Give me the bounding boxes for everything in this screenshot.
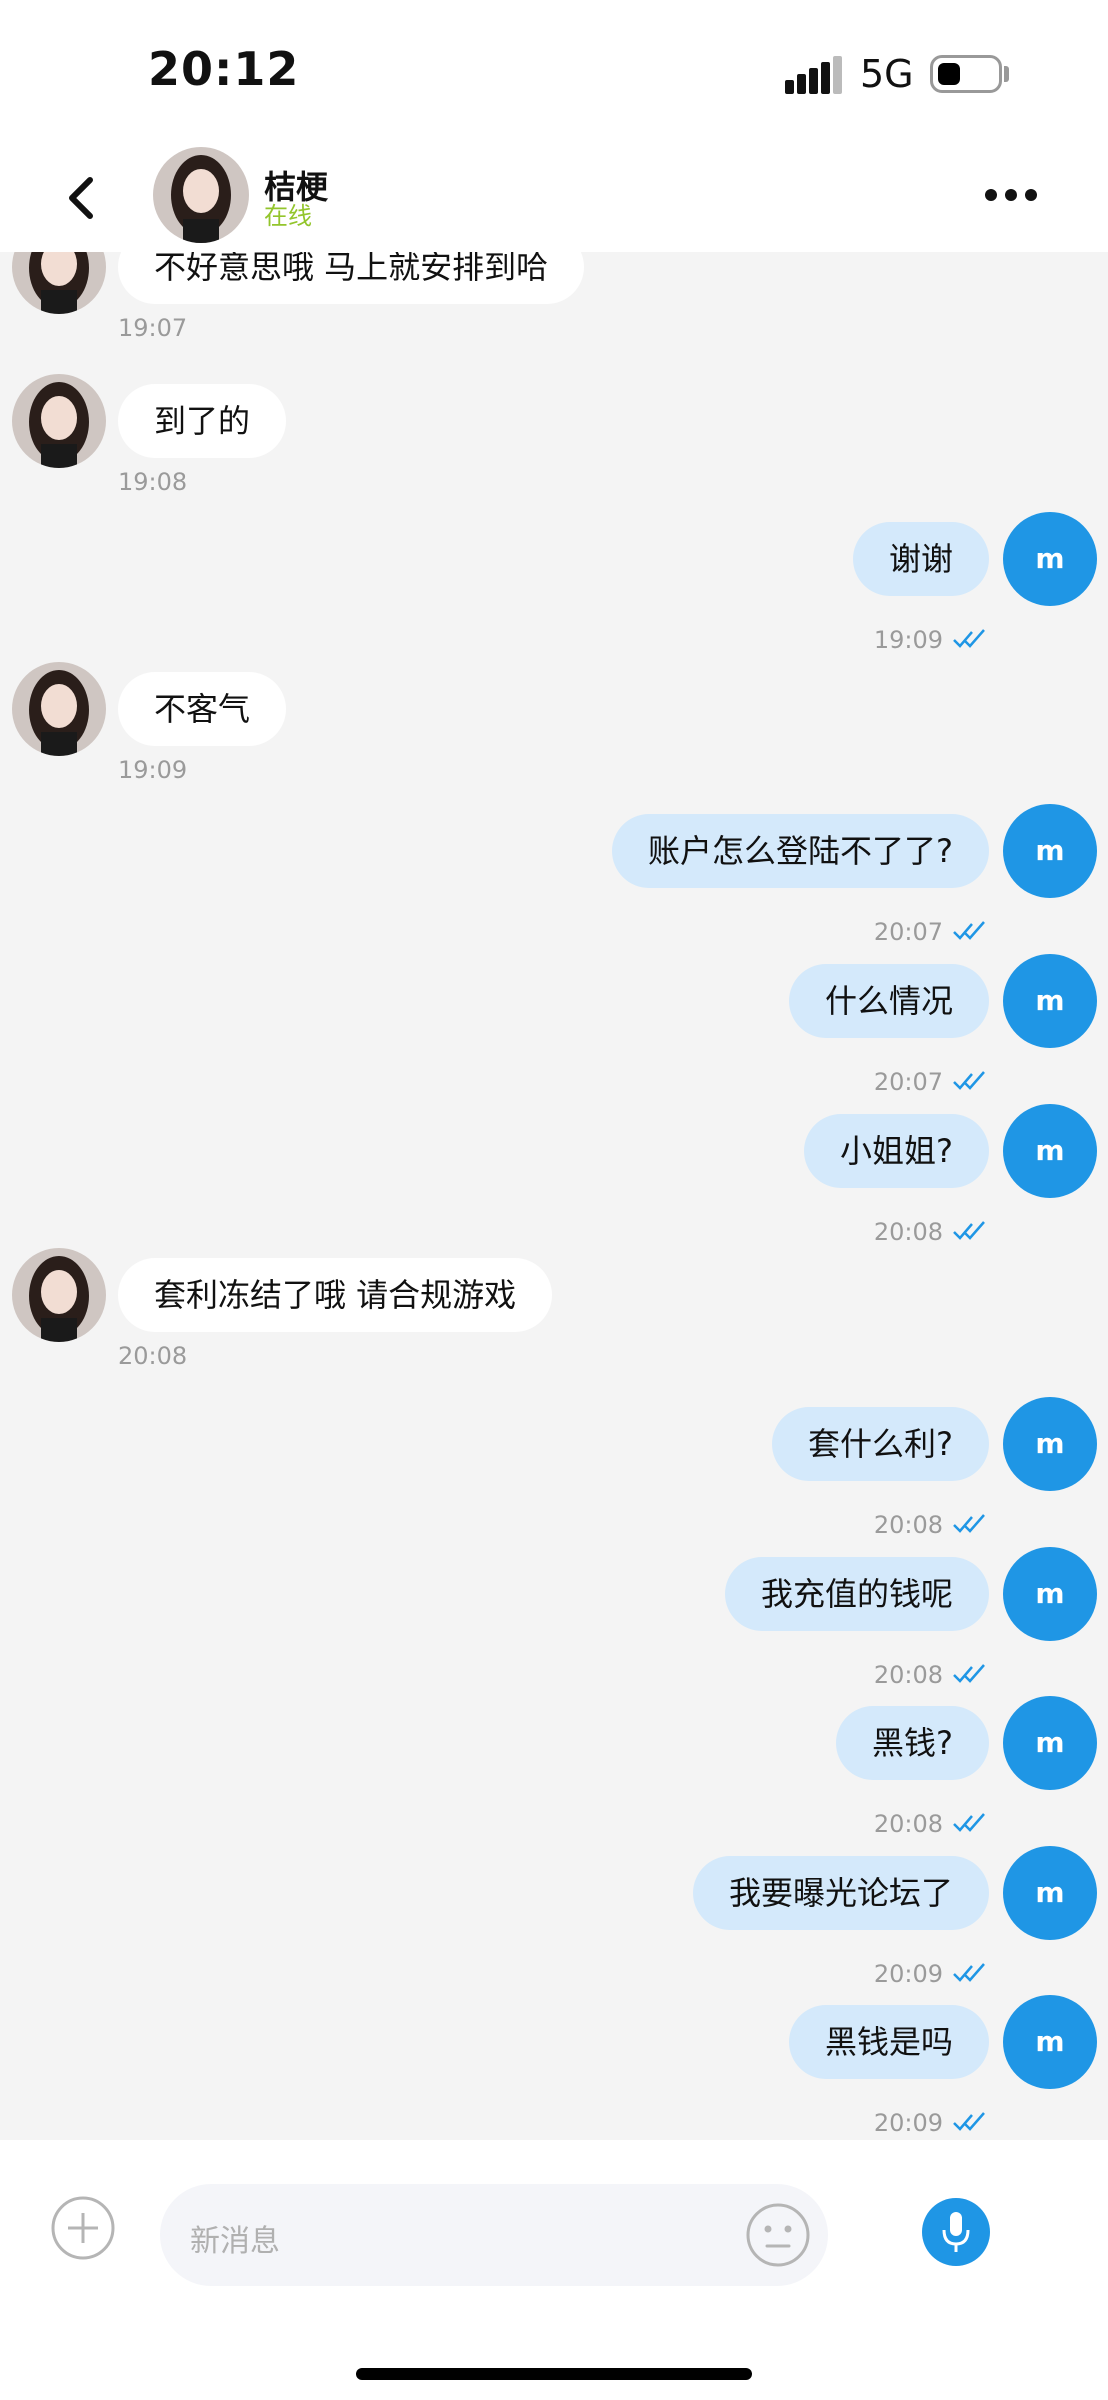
message-time: 20:08 xyxy=(873,1511,943,1539)
message-sent: 黑钱是吗 m 20:09 xyxy=(0,1995,1108,2137)
chat-header: 桔梗 在线 xyxy=(0,140,1108,252)
message-bubble[interactable]: 黑钱? xyxy=(836,1706,989,1780)
home-indicator xyxy=(356,2368,752,2380)
message-bubble[interactable]: 黑钱是吗 xyxy=(788,2005,989,2079)
message-bubble[interactable]: 账户怎么登陆不了了? xyxy=(612,814,989,888)
battery-icon xyxy=(930,55,1002,93)
message-received: 到了的 19:08 xyxy=(0,374,1108,496)
message-bubble[interactable]: 不客气 xyxy=(118,672,287,746)
message-list[interactable]: 不好意思哦 马上就安排到哈 19:07 到了的 19:08 谢谢 m 19:09 不客气 19:… xyxy=(0,252,1108,2140)
message-time: 19:07 xyxy=(118,314,188,342)
avatar[interactable]: m xyxy=(1003,804,1097,898)
message-time: 20:09 xyxy=(873,2109,943,2137)
double-check-icon xyxy=(953,921,985,940)
message-time: 20:08 xyxy=(873,1810,943,1838)
message-bubble[interactable]: 我要曝光论坛了 xyxy=(692,1856,989,1930)
contact-online-status: 在线 xyxy=(264,202,312,230)
avatar[interactable] xyxy=(12,252,106,314)
message-sent: 我充值的钱呢 m 20:08 xyxy=(0,1547,1108,1689)
message-sent: 谢谢 m 19:09 xyxy=(0,512,1108,654)
avatar[interactable] xyxy=(12,1248,106,1342)
contact-avatar[interactable] xyxy=(153,147,249,243)
message-bubble[interactable]: 到了的 xyxy=(118,384,287,458)
avatar[interactable]: m xyxy=(1003,954,1097,1048)
status-bar: 20:12 5G xyxy=(0,0,1108,140)
double-check-icon xyxy=(953,1664,985,1683)
avatar[interactable]: m xyxy=(1003,1846,1097,1940)
emoji-icon[interactable] xyxy=(745,2202,811,2268)
message-bubble[interactable]: 不好意思哦 马上就安排到哈 xyxy=(118,252,585,304)
message-bubble[interactable]: 谢谢 xyxy=(852,522,989,596)
message-received: 不客气 19:09 xyxy=(0,662,1108,784)
message-sent: 什么情况 m 20:07 xyxy=(0,954,1108,1096)
double-check-icon xyxy=(953,1071,985,1090)
message-time: 19:09 xyxy=(873,626,943,654)
plus-circle-icon[interactable] xyxy=(50,2195,116,2261)
double-check-icon xyxy=(953,1963,985,1982)
double-check-icon xyxy=(953,629,985,648)
avatar[interactable]: m xyxy=(1003,1397,1097,1491)
cellular-signal-icon xyxy=(785,56,842,94)
message-time: 20:07 xyxy=(873,918,943,946)
message-bubble[interactable]: 套什么利? xyxy=(772,1407,989,1481)
avatar[interactable]: m xyxy=(1003,1104,1097,1198)
avatar[interactable]: m xyxy=(1003,1547,1097,1641)
message-sent: 小姐姐? m 20:08 xyxy=(0,1104,1108,1246)
message-sent: 账户怎么登陆不了了? m 20:07 xyxy=(0,804,1108,946)
double-check-icon xyxy=(953,1221,985,1240)
message-time: 20:08 xyxy=(118,1342,188,1370)
avatar[interactable]: m xyxy=(1003,1696,1097,1790)
message-time: 19:09 xyxy=(118,756,188,784)
double-check-icon xyxy=(953,2112,985,2131)
message-sent: 我要曝光论坛了 m 20:09 xyxy=(0,1846,1108,1988)
avatar[interactable] xyxy=(12,662,106,756)
avatar[interactable] xyxy=(12,374,106,468)
message-bubble[interactable]: 什么情况 xyxy=(788,964,989,1038)
message-input-placeholder: 新消息 xyxy=(190,2224,280,2259)
message-bubble[interactable]: 套利冻结了哦 请合规游戏 xyxy=(118,1258,553,1332)
message-input-bar: 新消息 xyxy=(0,2140,1108,2400)
double-check-icon xyxy=(953,1514,985,1533)
microphone-icon[interactable] xyxy=(922,2198,990,2266)
message-bubble[interactable]: 我充值的钱呢 xyxy=(724,1557,989,1631)
message-time: 20:08 xyxy=(873,1218,943,1246)
avatar[interactable]: m xyxy=(1003,512,1097,606)
battery-tip xyxy=(1004,66,1009,82)
chevron-left-icon[interactable] xyxy=(56,170,106,226)
avatar[interactable]: m xyxy=(1003,1995,1097,2089)
more-horizontal-icon[interactable] xyxy=(985,180,1045,210)
message-bubble[interactable]: 小姐姐? xyxy=(804,1114,989,1188)
message-time: 19:08 xyxy=(118,468,188,496)
message-time: 20:08 xyxy=(873,1661,943,1689)
message-input[interactable]: 新消息 xyxy=(160,2184,828,2286)
double-check-icon xyxy=(953,1813,985,1832)
message-sent: 黑钱? m 20:08 xyxy=(0,1696,1108,1838)
message-received: 套利冻结了哦 请合规游戏 20:08 xyxy=(0,1248,1108,1370)
message-time: 20:09 xyxy=(873,1960,943,1988)
message-time: 20:07 xyxy=(873,1068,943,1096)
network-type: 5G xyxy=(860,52,914,96)
message-sent: 套什么利? m 20:08 xyxy=(0,1397,1108,1539)
status-time: 20:12 xyxy=(148,42,300,96)
